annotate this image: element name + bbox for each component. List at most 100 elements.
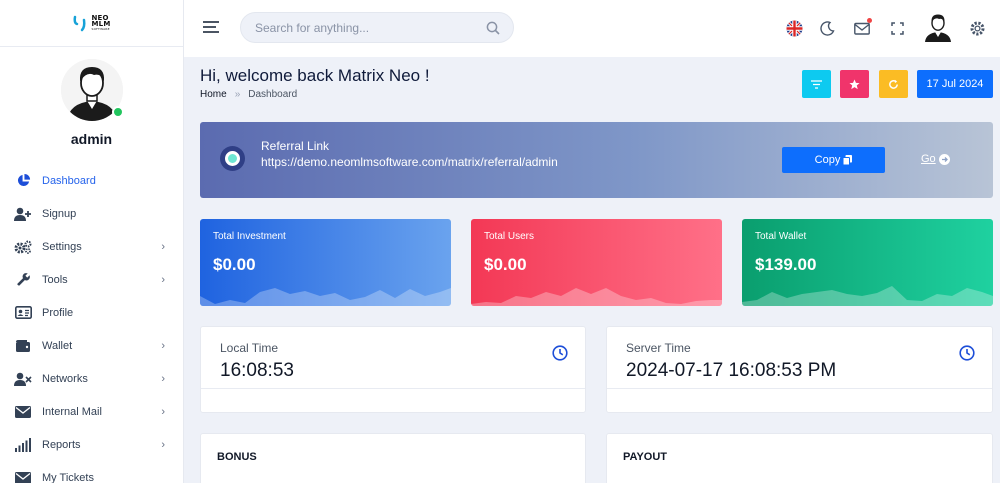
copy-icon bbox=[843, 155, 853, 165]
stat-card-total-wallet[interactable]: Total Wallet $139.00 bbox=[742, 219, 993, 306]
gears-icon bbox=[14, 239, 32, 255]
sidebar-item-label: Dashboard bbox=[42, 174, 96, 187]
sparkline-area bbox=[471, 288, 722, 306]
referral-title: Referral Link bbox=[261, 139, 330, 153]
refresh-button[interactable] bbox=[879, 70, 908, 98]
logo-line-3: SOFTWARE bbox=[91, 27, 110, 31]
sidebar-item-signup[interactable]: Signup bbox=[0, 197, 183, 230]
sidebar-nav: Dashboard Signup Settings › Tools › Prof… bbox=[0, 164, 183, 483]
sparkline-area bbox=[200, 288, 451, 306]
profile-name: admin bbox=[70, 131, 113, 147]
referral-ring-icon bbox=[220, 146, 245, 171]
search-icon[interactable] bbox=[486, 21, 500, 35]
clock-icon bbox=[959, 345, 975, 361]
chevron-right-icon: › bbox=[161, 373, 165, 385]
profile-avatar[interactable] bbox=[60, 59, 124, 121]
chevron-right-icon: › bbox=[161, 439, 165, 451]
breadcrumb-current: Dashboard bbox=[248, 89, 298, 100]
id-card-icon bbox=[14, 305, 32, 321]
sidebar-item-my-tickets[interactable]: My Tickets bbox=[0, 461, 183, 483]
stat-value: $0.00 bbox=[484, 255, 527, 274]
local-time-label: Local Time bbox=[220, 341, 279, 355]
stat-label: Total Wallet bbox=[755, 231, 807, 242]
sidebar-item-label: My Tickets bbox=[42, 471, 94, 483]
sidebar-item-label: Tools bbox=[42, 273, 68, 286]
uk-flag-icon[interactable] bbox=[784, 18, 804, 38]
date-button[interactable]: 17 Jul 2024 bbox=[917, 70, 993, 98]
sidebar-item-tools[interactable]: Tools › bbox=[0, 263, 183, 296]
copy-label: Copy bbox=[814, 154, 841, 166]
sidebar-item-wallet[interactable]: Wallet › bbox=[0, 329, 183, 362]
server-time-value: 2024-07-17 16:08:53 PM bbox=[626, 360, 837, 381]
sidebar-item-label: Internal Mail bbox=[42, 405, 102, 418]
chevron-right-icon: › bbox=[161, 274, 165, 286]
sidebar-item-label: Reports bbox=[42, 438, 81, 451]
filter-button[interactable] bbox=[802, 70, 831, 98]
page-title: Hi, welcome back Matrix Neo ! bbox=[200, 66, 430, 85]
settings-gear-icon[interactable] bbox=[967, 18, 987, 38]
chevron-right-icon: › bbox=[161, 340, 165, 352]
stat-value: $0.00 bbox=[213, 255, 256, 274]
user-network-icon bbox=[14, 371, 32, 387]
breadcrumb: Home » Dashboard bbox=[200, 89, 297, 100]
envelope-icon bbox=[14, 470, 32, 483]
stat-label: Total Investment bbox=[213, 231, 286, 242]
stat-label: Total Users bbox=[484, 231, 535, 242]
sidebar-item-reports[interactable]: Reports › bbox=[0, 428, 183, 461]
sidebar-item-label: Profile bbox=[42, 306, 74, 319]
stat-card-total-users[interactable]: Total Users $0.00 bbox=[471, 219, 722, 306]
wrench-icon bbox=[14, 272, 32, 288]
card-divider bbox=[607, 388, 992, 389]
stat-card-total-investment[interactable]: Total Investment $0.00 bbox=[200, 219, 451, 306]
pie-chart-icon bbox=[14, 173, 32, 189]
clock-icon bbox=[552, 345, 568, 361]
breadcrumb-home[interactable]: Home bbox=[200, 89, 227, 100]
online-status-dot bbox=[111, 106, 124, 118]
server-time-card: Server Time 2024-07-17 16:08:53 PM bbox=[606, 326, 993, 413]
menu-toggle-icon[interactable] bbox=[203, 21, 219, 35]
filter-icon bbox=[811, 79, 822, 89]
payout-card: PAYOUT bbox=[606, 433, 993, 483]
chevron-right-icon: › bbox=[161, 406, 165, 418]
sidebar-item-profile[interactable]: Profile bbox=[0, 296, 183, 329]
bonus-title: BONUS bbox=[217, 451, 257, 463]
sparkline-area bbox=[742, 286, 993, 306]
search-bar bbox=[240, 12, 514, 43]
user-plus-icon bbox=[14, 206, 32, 222]
star-icon bbox=[849, 78, 860, 89]
go-link[interactable]: Go bbox=[921, 153, 950, 165]
referral-link-text: https://demo.neomlmsoftware.com/matrix/r… bbox=[261, 155, 558, 169]
breadcrumb-separator: » bbox=[234, 89, 241, 100]
bonus-card: BONUS bbox=[200, 433, 586, 483]
moon-icon[interactable] bbox=[817, 18, 837, 38]
refresh-icon bbox=[889, 79, 898, 89]
stat-value: $139.00 bbox=[755, 255, 817, 274]
logo-mark-icon bbox=[73, 15, 85, 32]
sidebar-item-internal-mail[interactable]: Internal Mail › bbox=[0, 395, 183, 428]
sidebar-item-label: Signup bbox=[42, 207, 77, 220]
referral-banner: Referral Link https://demo.neomlmsoftwar… bbox=[200, 122, 993, 198]
favorite-button[interactable] bbox=[840, 70, 869, 98]
fullscreen-icon[interactable] bbox=[887, 18, 907, 38]
sidebar-item-dashboard[interactable]: Dashboard bbox=[0, 164, 183, 197]
envelope-icon bbox=[14, 404, 32, 420]
go-label: Go bbox=[921, 153, 936, 165]
copy-button[interactable]: Copy bbox=[782, 147, 885, 173]
brand-logo[interactable]: NEO MLM SOFTWARE bbox=[73, 14, 111, 32]
user-avatar-icon bbox=[925, 14, 951, 42]
bar-signal-icon bbox=[14, 437, 32, 453]
mail-icon[interactable] bbox=[852, 18, 872, 38]
search-input[interactable] bbox=[241, 13, 461, 42]
sidebar-item-label: Settings bbox=[42, 240, 82, 253]
sidebar-item-networks[interactable]: Networks › bbox=[0, 362, 183, 395]
logo-area: NEO MLM SOFTWARE bbox=[0, 0, 183, 47]
sidebar-item-label: Wallet bbox=[42, 339, 73, 352]
logo-text: NEO MLM SOFTWARE bbox=[91, 15, 111, 32]
sidebar-item-settings[interactable]: Settings › bbox=[0, 230, 183, 263]
sidebar: NEO MLM SOFTWARE admin Dashboard Signup … bbox=[0, 0, 184, 483]
profile-block: admin bbox=[0, 47, 183, 147]
sidebar-item-label: Networks bbox=[42, 372, 88, 385]
header-avatar[interactable] bbox=[924, 12, 952, 42]
local-time-value: 16:08:53 bbox=[220, 360, 294, 381]
payout-title: PAYOUT bbox=[623, 451, 668, 463]
